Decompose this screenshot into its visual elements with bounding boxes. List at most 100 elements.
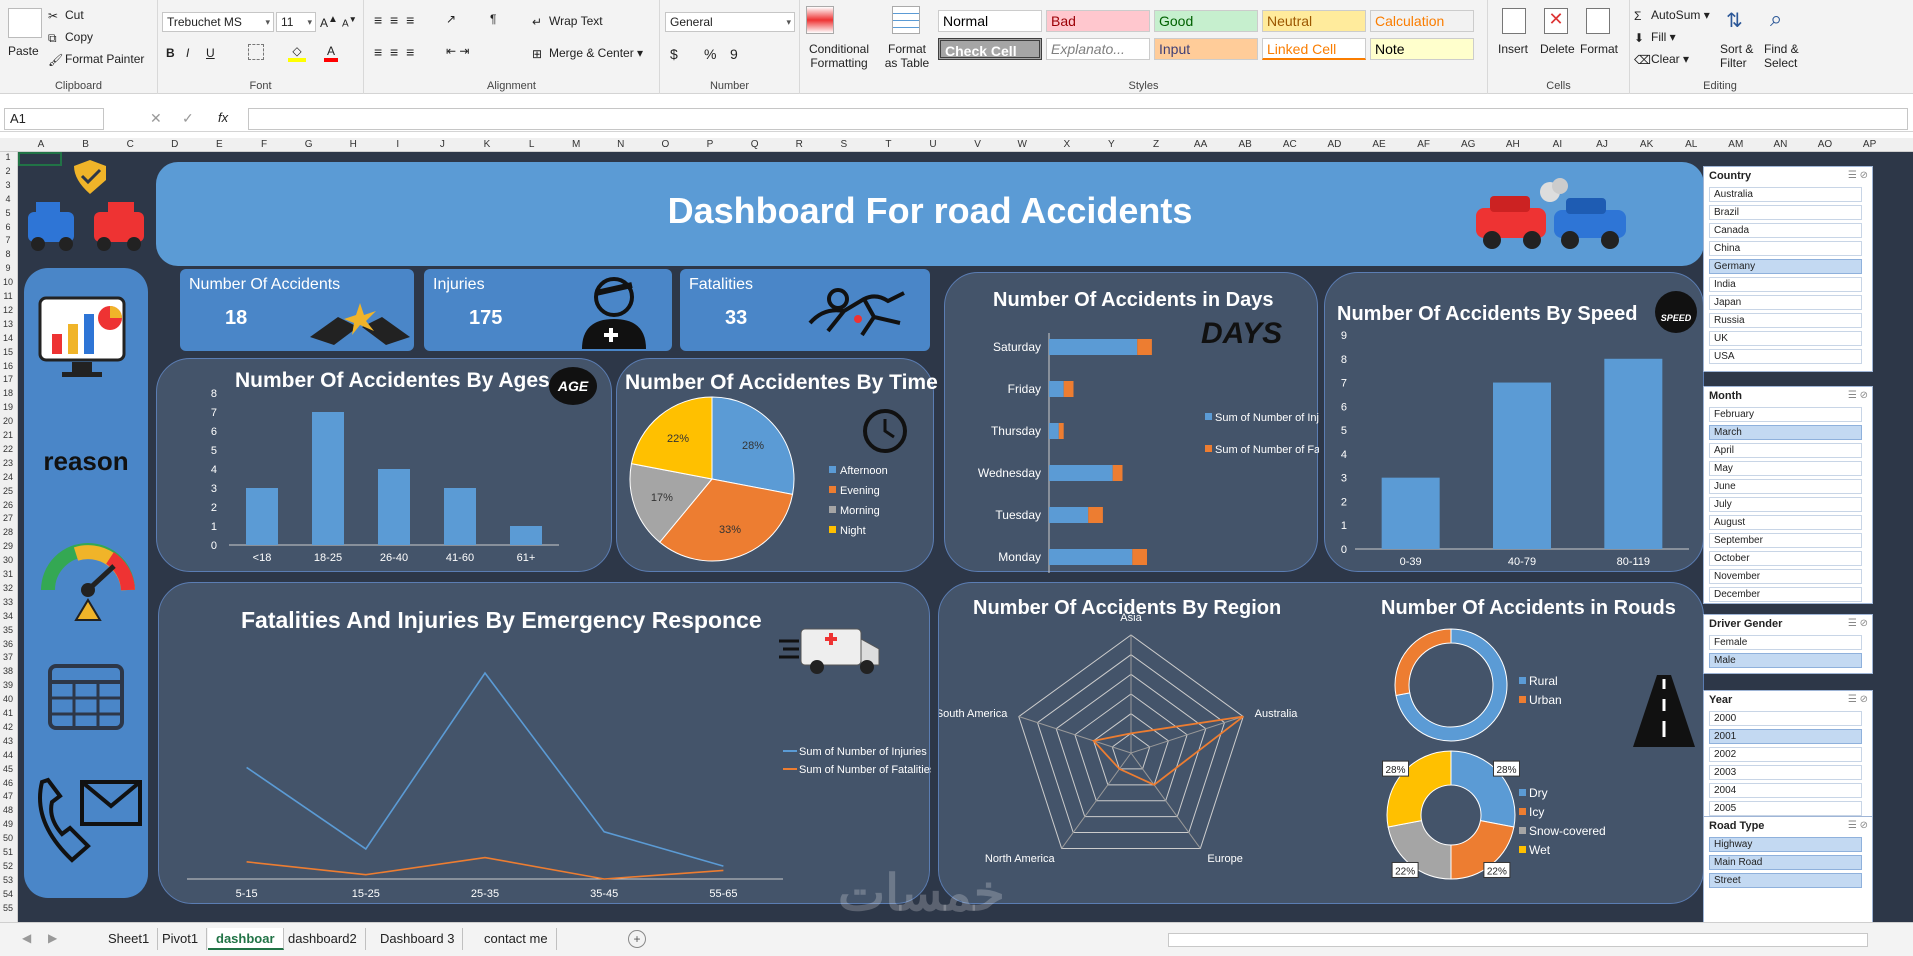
sheet-tab[interactable]: Sheet1 bbox=[100, 928, 159, 950]
row-header[interactable]: 11 bbox=[0, 291, 16, 301]
insert-icon[interactable] bbox=[1502, 8, 1526, 34]
sort-filter-icon[interactable]: ⇅ bbox=[1726, 8, 1743, 33]
row-header[interactable]: 40 bbox=[0, 694, 16, 704]
indent-icons[interactable]: ⇤ ⇥ bbox=[446, 44, 469, 58]
fill-color-icon[interactable]: ◇ bbox=[288, 44, 306, 62]
analytics-icon[interactable] bbox=[36, 288, 136, 388]
slicer-item[interactable]: 2005 bbox=[1709, 801, 1862, 816]
italic-button[interactable]: I bbox=[186, 46, 189, 60]
slicer-item[interactable]: 2003 bbox=[1709, 765, 1862, 780]
slicer-item[interactable]: USA bbox=[1709, 349, 1862, 364]
row-header[interactable]: 4 bbox=[0, 194, 16, 204]
column-header[interactable]: K bbox=[472, 139, 502, 150]
column-header[interactable]: I bbox=[383, 139, 413, 150]
slicer-item[interactable]: October bbox=[1709, 551, 1862, 566]
row-header[interactable]: 43 bbox=[0, 736, 16, 746]
number-format-select[interactable]: General bbox=[665, 12, 795, 32]
format-button[interactable]: Format bbox=[1580, 42, 1618, 56]
row-header[interactable]: 29 bbox=[0, 541, 16, 551]
row-header[interactable]: 48 bbox=[0, 805, 16, 815]
row-header[interactable]: 33 bbox=[0, 597, 16, 607]
bold-button[interactable]: B bbox=[166, 46, 175, 60]
column-header[interactable]: Q bbox=[740, 139, 770, 150]
row-header[interactable]: 9 bbox=[0, 263, 16, 273]
copy-button[interactable]: ⧉ Copy bbox=[48, 30, 93, 45]
row-header[interactable]: 15 bbox=[0, 347, 16, 357]
column-header[interactable]: H bbox=[338, 139, 368, 150]
row-header[interactable]: 39 bbox=[0, 680, 16, 690]
row-header[interactable]: 44 bbox=[0, 750, 16, 760]
slicer-item[interactable]: March bbox=[1709, 425, 1862, 440]
column-header[interactable]: N bbox=[606, 139, 636, 150]
delete-icon[interactable]: ✕ bbox=[1544, 8, 1568, 34]
cell-style-8[interactable]: Linked Cell bbox=[1262, 38, 1366, 60]
shrink-font-button[interactable]: A▼ bbox=[342, 14, 357, 29]
percent-button[interactable]: % bbox=[704, 46, 716, 62]
name-box[interactable]: A1 bbox=[4, 108, 104, 130]
slicer-item[interactable]: September bbox=[1709, 533, 1862, 548]
row-header[interactable]: 22 bbox=[0, 444, 16, 454]
row-header[interactable]: 28 bbox=[0, 527, 16, 537]
merge-center-button[interactable]: ⊞ Merge & Center ▾ bbox=[532, 46, 643, 61]
currency-button[interactable]: $ bbox=[670, 46, 678, 62]
slicer-item[interactable]: July bbox=[1709, 497, 1862, 512]
row-header[interactable]: 14 bbox=[0, 333, 16, 343]
sheet-tab[interactable]: dashboar bbox=[208, 928, 284, 950]
slicer-item[interactable]: Main Road bbox=[1709, 855, 1862, 870]
slicer-item[interactable]: August bbox=[1709, 515, 1862, 530]
column-header[interactable]: P bbox=[695, 139, 725, 150]
column-header[interactable]: AA bbox=[1186, 139, 1216, 150]
column-header[interactable]: X bbox=[1052, 139, 1082, 150]
cell-style-5[interactable]: Check Cell bbox=[938, 38, 1042, 60]
column-header[interactable]: AO bbox=[1810, 139, 1840, 150]
insert-button[interactable]: Insert bbox=[1498, 42, 1528, 56]
row-header[interactable]: 6 bbox=[0, 222, 16, 232]
slicer-item[interactable]: Female bbox=[1709, 635, 1862, 650]
comma-button[interactable]: 9 bbox=[730, 46, 738, 62]
borders-icon[interactable] bbox=[248, 44, 264, 60]
slicer-item[interactable]: December bbox=[1709, 587, 1862, 602]
row-header[interactable]: 8 bbox=[0, 249, 16, 259]
find-select-button[interactable]: Find & Select bbox=[1764, 42, 1808, 70]
column-header[interactable]: B bbox=[71, 139, 101, 150]
slicer-item[interactable]: May bbox=[1709, 461, 1862, 476]
slicer-item[interactable]: February bbox=[1709, 407, 1862, 422]
row-header[interactable]: 27 bbox=[0, 513, 16, 523]
slicer-item[interactable]: April bbox=[1709, 443, 1862, 458]
column-header[interactable]: Z bbox=[1141, 139, 1171, 150]
row-header[interactable]: 1 bbox=[0, 152, 16, 162]
orientation-icon[interactable]: ↗ bbox=[446, 12, 456, 26]
row-header[interactable]: 55 bbox=[0, 903, 16, 913]
cell-style-3[interactable]: Neutral bbox=[1262, 10, 1366, 32]
column-header[interactable]: AI bbox=[1542, 139, 1572, 150]
row-header[interactable]: 46 bbox=[0, 778, 16, 788]
cell-style-9[interactable]: Note bbox=[1370, 38, 1474, 60]
column-header[interactable]: D bbox=[160, 139, 190, 150]
row-header[interactable]: 36 bbox=[0, 639, 16, 649]
grow-font-button[interactable]: A▲ bbox=[320, 14, 338, 30]
column-header[interactable]: AM bbox=[1721, 139, 1751, 150]
cancel-icon[interactable]: ✕ bbox=[150, 110, 162, 127]
cell-style-1[interactable]: Bad bbox=[1046, 10, 1150, 32]
row-header[interactable]: 35 bbox=[0, 625, 16, 635]
row-header[interactable]: 37 bbox=[0, 652, 16, 662]
slicer-item[interactable]: Japan bbox=[1709, 295, 1862, 310]
wrap-text-button[interactable]: ↵ Wrap Text bbox=[532, 14, 603, 29]
slicer-item[interactable]: India bbox=[1709, 277, 1862, 292]
row-header[interactable]: 53 bbox=[0, 875, 16, 885]
column-header[interactable]: M bbox=[561, 139, 591, 150]
table-icon[interactable] bbox=[48, 664, 124, 730]
cell-style-6[interactable]: Explanato... bbox=[1046, 38, 1150, 60]
sort-filter-button[interactable]: Sort & Filter bbox=[1720, 42, 1760, 70]
column-header[interactable]: Y bbox=[1096, 139, 1126, 150]
row-header[interactable]: 20 bbox=[0, 416, 16, 426]
prev-sheet-icon[interactable]: ◀ bbox=[22, 931, 31, 945]
column-header[interactable]: AB bbox=[1230, 139, 1260, 150]
row-header[interactable]: 38 bbox=[0, 666, 16, 676]
column-header[interactable]: T bbox=[873, 139, 903, 150]
slicer-item[interactable]: Canada bbox=[1709, 223, 1862, 238]
column-header[interactable]: AN bbox=[1765, 139, 1795, 150]
sheet-tab[interactable]: contact me bbox=[476, 928, 557, 950]
cell-style-7[interactable]: Input bbox=[1154, 38, 1258, 60]
row-header[interactable]: 21 bbox=[0, 430, 16, 440]
